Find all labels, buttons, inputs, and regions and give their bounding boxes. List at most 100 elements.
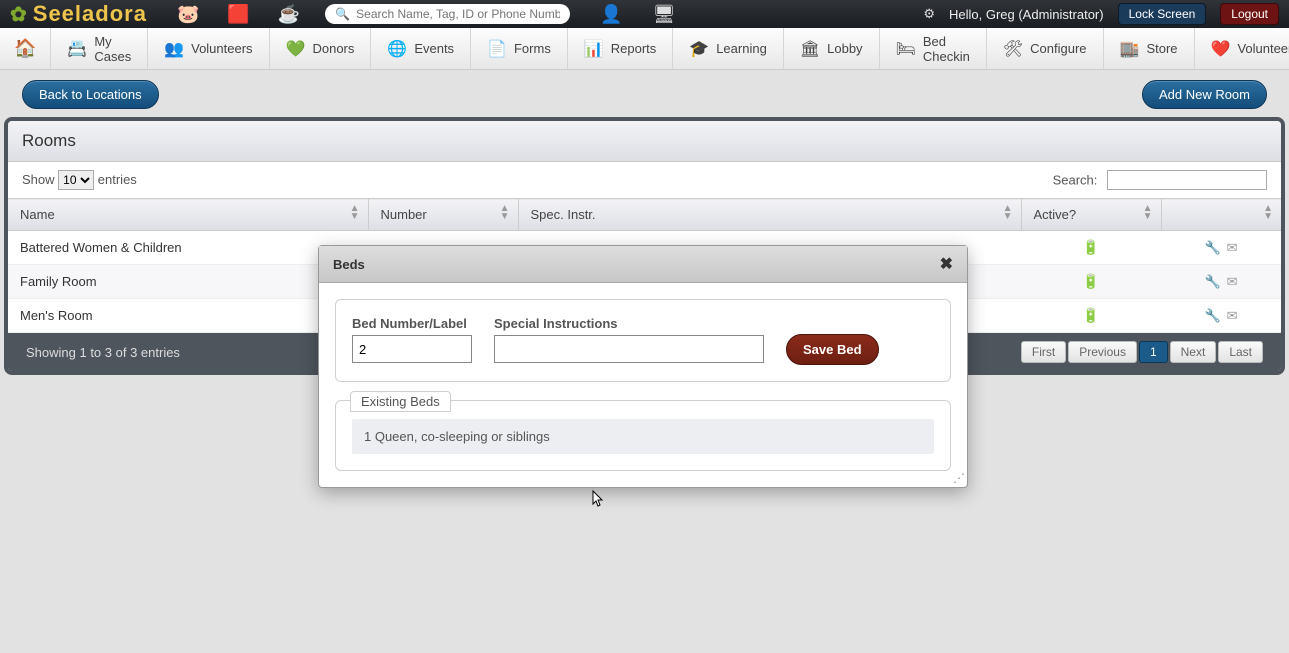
dialog-close-icon[interactable]: ✖ bbox=[940, 254, 953, 274]
configure-icon: 🛠 bbox=[1003, 39, 1023, 59]
nav-label: Reports bbox=[611, 41, 657, 56]
logo-mark-icon: ✿ bbox=[10, 2, 28, 27]
nav-home[interactable]: 🏠 bbox=[0, 28, 51, 69]
bed-number-input[interactable] bbox=[352, 335, 472, 363]
heart-icon: ❤️ bbox=[1211, 39, 1231, 59]
cell-name: Family Room bbox=[8, 265, 368, 299]
nav-label: Volunteer bbox=[1237, 41, 1289, 56]
sort-icon: ▲▼ bbox=[1263, 205, 1273, 221]
col-header-label: Active? bbox=[1034, 207, 1077, 222]
mail-icon[interactable]: ✉ bbox=[1227, 274, 1238, 290]
action-row: Back to Locations Add New Room bbox=[0, 70, 1289, 117]
nav-label: Store bbox=[1146, 41, 1177, 56]
mail-icon[interactable]: ✉ bbox=[1227, 308, 1238, 324]
nav-volunteers[interactable]: 👥 Volunteers bbox=[148, 28, 269, 69]
lock-screen-button[interactable]: Lock Screen bbox=[1118, 3, 1207, 25]
nav-volunteer[interactable]: ❤️ Volunteer bbox=[1195, 28, 1289, 69]
nav-label: Donors bbox=[312, 41, 354, 56]
pagination: First Previous 1 Next Last bbox=[1021, 341, 1263, 363]
main-nav: 🏠 📇 My Cases 👥 Volunteers 💚 Donors 🌐 Eve… bbox=[0, 28, 1289, 70]
table-search-input[interactable] bbox=[1107, 170, 1267, 190]
resize-handle-icon[interactable]: ⋰ bbox=[953, 471, 965, 485]
search-input[interactable] bbox=[356, 7, 560, 21]
top-misc-icons: 👤 🖥 bbox=[600, 4, 675, 25]
app-logo[interactable]: ✿ Seeladora bbox=[10, 1, 147, 27]
col-header-active[interactable]: Active? ▲▼ bbox=[1021, 199, 1161, 231]
battery-icon: 🔋 bbox=[1082, 239, 1099, 255]
cell-active: 🔋 bbox=[1021, 299, 1161, 333]
col-header-spec[interactable]: Spec. Instr. ▲▼ bbox=[518, 199, 1021, 231]
battery-icon: 🔋 bbox=[1082, 273, 1099, 289]
home-icon: 🏠 bbox=[14, 38, 36, 59]
cell-name: Men's Room bbox=[8, 299, 368, 333]
nav-learning[interactable]: 🎓 Learning bbox=[673, 28, 784, 69]
sort-icon: ▲▼ bbox=[1143, 205, 1153, 221]
nav-label: Configure bbox=[1030, 41, 1086, 56]
special-instructions-input[interactable] bbox=[494, 335, 764, 363]
search-icon: 🔍 bbox=[335, 7, 350, 21]
piggy-icon[interactable]: 🐷 bbox=[177, 4, 199, 25]
edit-icon[interactable]: 🔧 bbox=[1204, 240, 1220, 256]
nav-configure[interactable]: 🛠 Configure bbox=[987, 28, 1104, 69]
nav-bed-checkin[interactable]: 🛏 Bed Checkin bbox=[880, 28, 987, 69]
entries-control: Show 10 entries bbox=[22, 170, 137, 190]
nav-store[interactable]: 🏬 Store bbox=[1104, 28, 1195, 69]
edit-icon[interactable]: 🔧 bbox=[1204, 308, 1220, 324]
pager-first[interactable]: First bbox=[1021, 341, 1066, 363]
special-instructions-label: Special Instructions bbox=[494, 316, 764, 331]
col-header-name[interactable]: Name ▲▼ bbox=[8, 199, 368, 231]
nav-lobby[interactable]: 🏛 Lobby bbox=[784, 28, 880, 69]
existing-beds-legend: Existing Beds bbox=[350, 391, 451, 412]
show-prefix: Show bbox=[22, 172, 55, 187]
red-box-icon[interactable]: 🟥 bbox=[227, 4, 249, 25]
person-icon[interactable]: 👤 bbox=[600, 4, 622, 25]
table-search-control: Search: bbox=[1053, 170, 1267, 190]
cell-actions: 🔧 ✉ bbox=[1161, 265, 1281, 299]
sort-icon: ▲▼ bbox=[350, 205, 360, 221]
coffee-icon[interactable]: ☕ bbox=[278, 4, 300, 25]
monitor-icon[interactable]: 🖥 bbox=[653, 4, 676, 25]
nav-label: My Cases bbox=[94, 34, 131, 64]
pager-page-1[interactable]: 1 bbox=[1139, 341, 1168, 363]
save-bed-button[interactable]: Save Bed bbox=[786, 334, 879, 365]
mail-icon[interactable]: ✉ bbox=[1227, 240, 1238, 256]
nav-forms[interactable]: 📄 Forms bbox=[471, 28, 568, 69]
forms-icon: 📄 bbox=[487, 39, 507, 59]
logout-button[interactable]: Logout bbox=[1220, 3, 1279, 25]
cell-actions: 🔧 ✉ bbox=[1161, 231, 1281, 265]
col-header-label: Spec. Instr. bbox=[531, 207, 596, 222]
sort-icon: ▲▼ bbox=[1003, 205, 1013, 221]
pager-last[interactable]: Last bbox=[1218, 341, 1263, 363]
global-search[interactable]: 🔍 bbox=[325, 4, 570, 24]
dialog-body: Bed Number/Label Special Instructions Sa… bbox=[319, 283, 967, 487]
nav-label: Volunteers bbox=[191, 41, 252, 56]
existing-bed-row[interactable]: 1 Queen, co-sleeping or siblings bbox=[352, 419, 934, 454]
nav-label: Lobby bbox=[827, 41, 862, 56]
add-new-room-button[interactable]: Add New Room bbox=[1142, 80, 1267, 109]
gear-icon[interactable]: ⚙ bbox=[923, 6, 935, 22]
nav-donors[interactable]: 💚 Donors bbox=[270, 28, 372, 69]
store-icon: 🏬 bbox=[1120, 39, 1140, 59]
app-name: Seeladora bbox=[33, 1, 147, 27]
edit-icon[interactable]: 🔧 bbox=[1204, 274, 1220, 290]
nav-label: Learning bbox=[716, 41, 767, 56]
table-controls: Show 10 entries Search: bbox=[8, 162, 1281, 198]
pager-next[interactable]: Next bbox=[1170, 341, 1217, 363]
bed-icon: 🛏 bbox=[896, 39, 916, 59]
nav-my-cases[interactable]: 📇 My Cases bbox=[51, 28, 148, 69]
panel-title: Rooms bbox=[8, 121, 1281, 162]
pager-prev[interactable]: Previous bbox=[1068, 341, 1137, 363]
back-to-locations-button[interactable]: Back to Locations bbox=[22, 80, 159, 109]
table-info: Showing 1 to 3 of 3 entries bbox=[26, 345, 180, 360]
dialog-titlebar[interactable]: Beds ✖ bbox=[319, 246, 967, 283]
col-header-number[interactable]: Number ▲▼ bbox=[368, 199, 518, 231]
cell-active: 🔋 bbox=[1021, 231, 1161, 265]
events-icon: 🌐 bbox=[387, 39, 407, 59]
special-instructions-group: Special Instructions bbox=[494, 316, 764, 363]
bed-number-label: Bed Number/Label bbox=[352, 316, 472, 331]
nav-label: Bed Checkin bbox=[923, 34, 970, 64]
nav-events[interactable]: 🌐 Events bbox=[371, 28, 471, 69]
nav-reports[interactable]: 📊 Reports bbox=[568, 28, 673, 69]
entries-select[interactable]: 10 bbox=[58, 170, 94, 190]
table-search-label: Search: bbox=[1053, 173, 1098, 188]
